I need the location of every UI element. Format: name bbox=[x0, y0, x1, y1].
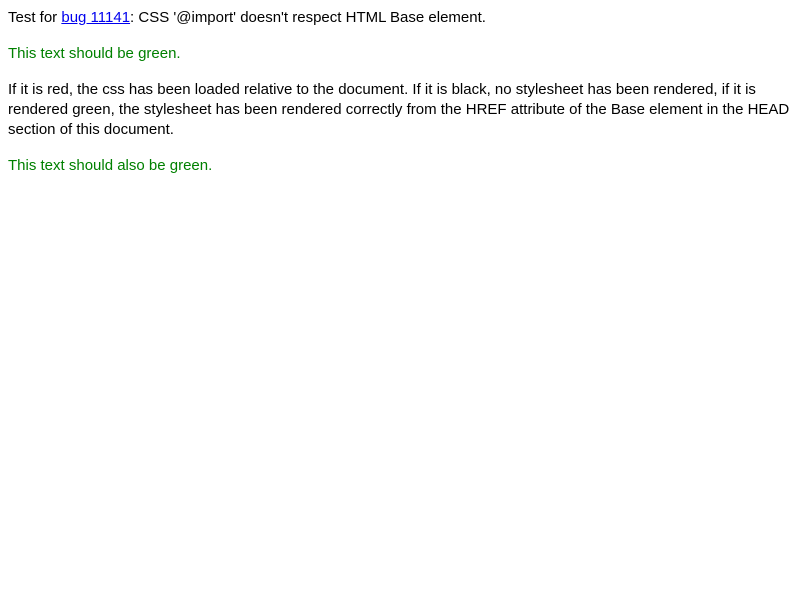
green-text-paragraph: This text should be green. bbox=[8, 45, 181, 62]
bug-link[interactable]: bug 11141 bbox=[61, 9, 130, 26]
green-text-paragraph-2: This text should also be green. bbox=[8, 157, 213, 174]
intro-prefix: Test for bbox=[8, 9, 62, 26]
intro-suffix: : CSS '@import' doesn't respect HTML Bas… bbox=[130, 9, 486, 26]
explanation-paragraph: If it is red, the css has been loaded re… bbox=[8, 81, 790, 138]
document-body: Test for bug 11141: CSS '@import' doesn'… bbox=[0, 0, 800, 176]
intro-paragraph: Test for bug 11141: CSS '@import' doesn'… bbox=[8, 8, 792, 28]
